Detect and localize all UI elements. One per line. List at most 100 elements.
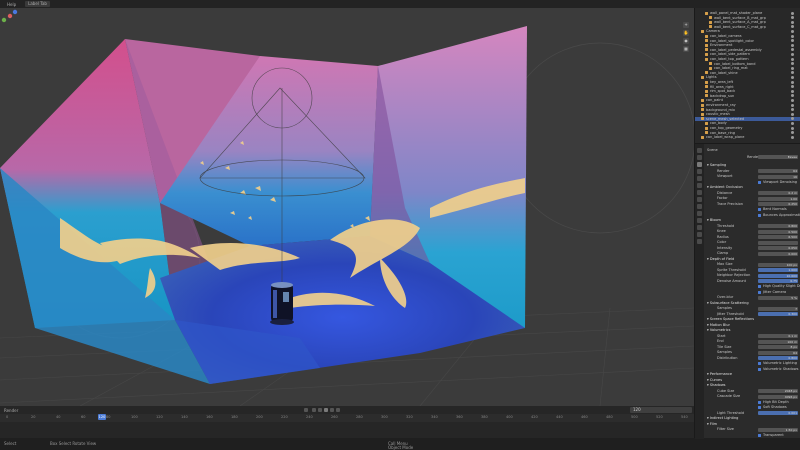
pan-hand-icon[interactable]: ✋ <box>683 30 689 36</box>
properties-tab-icon[interactable] <box>697 148 702 153</box>
zoom-icon[interactable]: + <box>683 22 689 28</box>
property-checkbox[interactable] <box>758 367 761 371</box>
outliner-item[interactable]: can_label_camera <box>705 34 741 38</box>
outliner-item[interactable]: wall_bent_surface_B_mat_grp <box>709 16 766 20</box>
properties-tab-icon[interactable] <box>697 169 702 174</box>
outliner-item[interactable]: can_label_pedestal_assembly <box>705 48 762 52</box>
properties-tab-icon[interactable] <box>697 225 702 230</box>
outliner-item[interactable]: backdrop_sun <box>705 94 734 98</box>
visibility-eye-icon[interactable] <box>791 16 794 20</box>
menu-help[interactable]: Help <box>4 2 19 7</box>
visibility-eye-icon[interactable] <box>791 112 794 116</box>
visibility-eye-icon[interactable] <box>791 25 794 29</box>
visibility-eye-icon[interactable] <box>791 57 794 61</box>
outliner-item[interactable]: can_paint <box>701 98 723 102</box>
panel-section-header[interactable]: Ambient Occlusion <box>707 185 743 190</box>
outliner-item[interactable]: can_label_wrap_plane <box>701 135 744 139</box>
visibility-eye-icon[interactable] <box>791 34 794 38</box>
panel-section-header[interactable]: Sampling <box>707 163 726 168</box>
visibility-eye-icon[interactable] <box>791 62 794 66</box>
property-value-field[interactable]: 0.050 <box>758 246 798 250</box>
panel-section-header[interactable]: Depth of Field <box>707 257 734 262</box>
outliner-item[interactable]: can_label_side_pattern <box>705 52 750 56</box>
outliner-item[interactable]: wall_bent_surface_A_mat_grp <box>709 20 766 24</box>
step-forward-icon[interactable] <box>330 408 334 412</box>
properties-tab-icon[interactable] <box>697 155 702 160</box>
outliner-item[interactable]: caustic_mesh <box>701 112 730 116</box>
render-engine-select[interactable]: Eevee <box>758 155 798 159</box>
panel-section-header[interactable]: Film <box>707 422 717 427</box>
property-checkbox[interactable] <box>758 285 761 288</box>
current-frame-field[interactable]: 120 <box>630 407 650 413</box>
outliner-panel[interactable]: wall_panel_mat_shader_plane wall_bent_sur… <box>694 8 800 143</box>
property-value-field[interactable]: 0.300 <box>758 312 798 316</box>
outliner-item[interactable]: background_mix <box>701 108 735 112</box>
panel-section-header[interactable]: Indirect Lighting <box>707 416 739 421</box>
visibility-eye-icon[interactable] <box>791 126 794 130</box>
end-frame-field[interactable] <box>664 407 692 413</box>
properties-tab-icon[interactable] <box>697 197 702 202</box>
outliner-item[interactable]: fill_area_right <box>705 85 734 89</box>
visibility-eye-icon[interactable] <box>791 66 794 70</box>
step-back-icon[interactable] <box>312 408 316 412</box>
property-checkbox[interactable] <box>758 208 761 211</box>
panel-section-header[interactable]: Volumetrics <box>707 328 731 333</box>
property-value-field[interactable]: 4096 px <box>758 394 798 399</box>
property-value-field[interactable]: 0.000 <box>758 251 798 256</box>
property-value-field[interactable]: 0.800 <box>758 356 798 360</box>
properties-tab-icon[interactable] <box>697 239 702 244</box>
property-value-field[interactable]: 100 px <box>758 262 798 267</box>
visibility-eye-icon[interactable] <box>791 43 794 47</box>
outliner-item[interactable]: can_body <box>705 121 727 125</box>
panel-section-header[interactable]: Shadows <box>707 383 726 388</box>
property-checkbox[interactable] <box>758 362 761 365</box>
navigation-gizmo[interactable] <box>0 8 20 48</box>
panel-section-header[interactable]: Screen Space Reflections <box>707 317 754 322</box>
property-value-field[interactable]: 0.2 m <box>758 191 798 195</box>
property-value-field[interactable]: 0.1 m <box>758 334 798 338</box>
visibility-eye-icon[interactable] <box>791 103 794 107</box>
property-value-field[interactable]: 2048 px <box>758 389 798 393</box>
property-checkbox[interactable] <box>758 290 761 294</box>
outliner-item[interactable]: wall_bent_surface_C_mat_grp <box>709 25 766 29</box>
visibility-eye-icon[interactable] <box>791 75 794 79</box>
visibility-eye-icon[interactable] <box>791 94 794 98</box>
visibility-eye-icon[interactable] <box>791 89 794 93</box>
properties-panel[interactable]: Scene Render Engine Eevee SamplingRender… <box>694 143 800 439</box>
outliner-item[interactable]: can_top_geometry <box>705 126 742 130</box>
property-value-field[interactable]: 0.500 <box>758 229 798 234</box>
property-value-field[interactable]: 7 <box>758 306 798 311</box>
jump-end-icon[interactable] <box>336 408 340 412</box>
visibility-eye-icon[interactable] <box>791 80 794 84</box>
property-value-field[interactable]: 0.001 <box>758 411 798 415</box>
play-icon[interactable] <box>324 408 328 412</box>
visibility-eye-icon[interactable] <box>791 98 794 102</box>
camera-view-icon[interactable]: ◉ <box>683 38 689 44</box>
property-checkbox[interactable] <box>758 400 761 404</box>
properties-tab-icon[interactable] <box>697 218 702 223</box>
panel-section-header[interactable]: Performance <box>707 372 732 377</box>
property-value-field[interactable]: 0.75 <box>758 279 798 283</box>
properties-tab-icon[interactable] <box>697 183 702 188</box>
visibility-eye-icon[interactable] <box>791 108 794 112</box>
visibility-eye-icon[interactable] <box>791 48 794 52</box>
visibility-eye-icon[interactable] <box>791 29 794 33</box>
visibility-eye-icon[interactable] <box>791 20 794 24</box>
visibility-eye-icon[interactable] <box>791 85 794 89</box>
property-checkbox[interactable] <box>758 180 761 184</box>
visibility-eye-icon[interactable] <box>791 52 794 56</box>
visibility-eye-icon[interactable] <box>791 11 794 15</box>
properties-tab-icon[interactable] <box>697 162 702 167</box>
outliner-item[interactable]: can_label_ring_mat <box>709 66 748 70</box>
property-value-field[interactable]: 10.000 <box>758 273 798 278</box>
visibility-eye-icon[interactable] <box>791 135 794 139</box>
outliner-item[interactable]: Camera <box>701 29 720 33</box>
property-value-field[interactable]: 8 px <box>758 345 798 349</box>
property-value-field[interactable]: 1.00 <box>758 196 798 201</box>
panel-section-header[interactable]: Motion Blur <box>707 323 730 328</box>
panel-section-header[interactable]: Subsurface Scattering <box>707 301 749 306</box>
property-value-field[interactable]: 64 <box>758 350 798 355</box>
3d-viewport[interactable]: + ✋ ◉ ▦ <box>0 8 694 406</box>
playhead[interactable]: 120 <box>98 414 106 420</box>
outliner-item[interactable]: Lights <box>701 75 717 79</box>
